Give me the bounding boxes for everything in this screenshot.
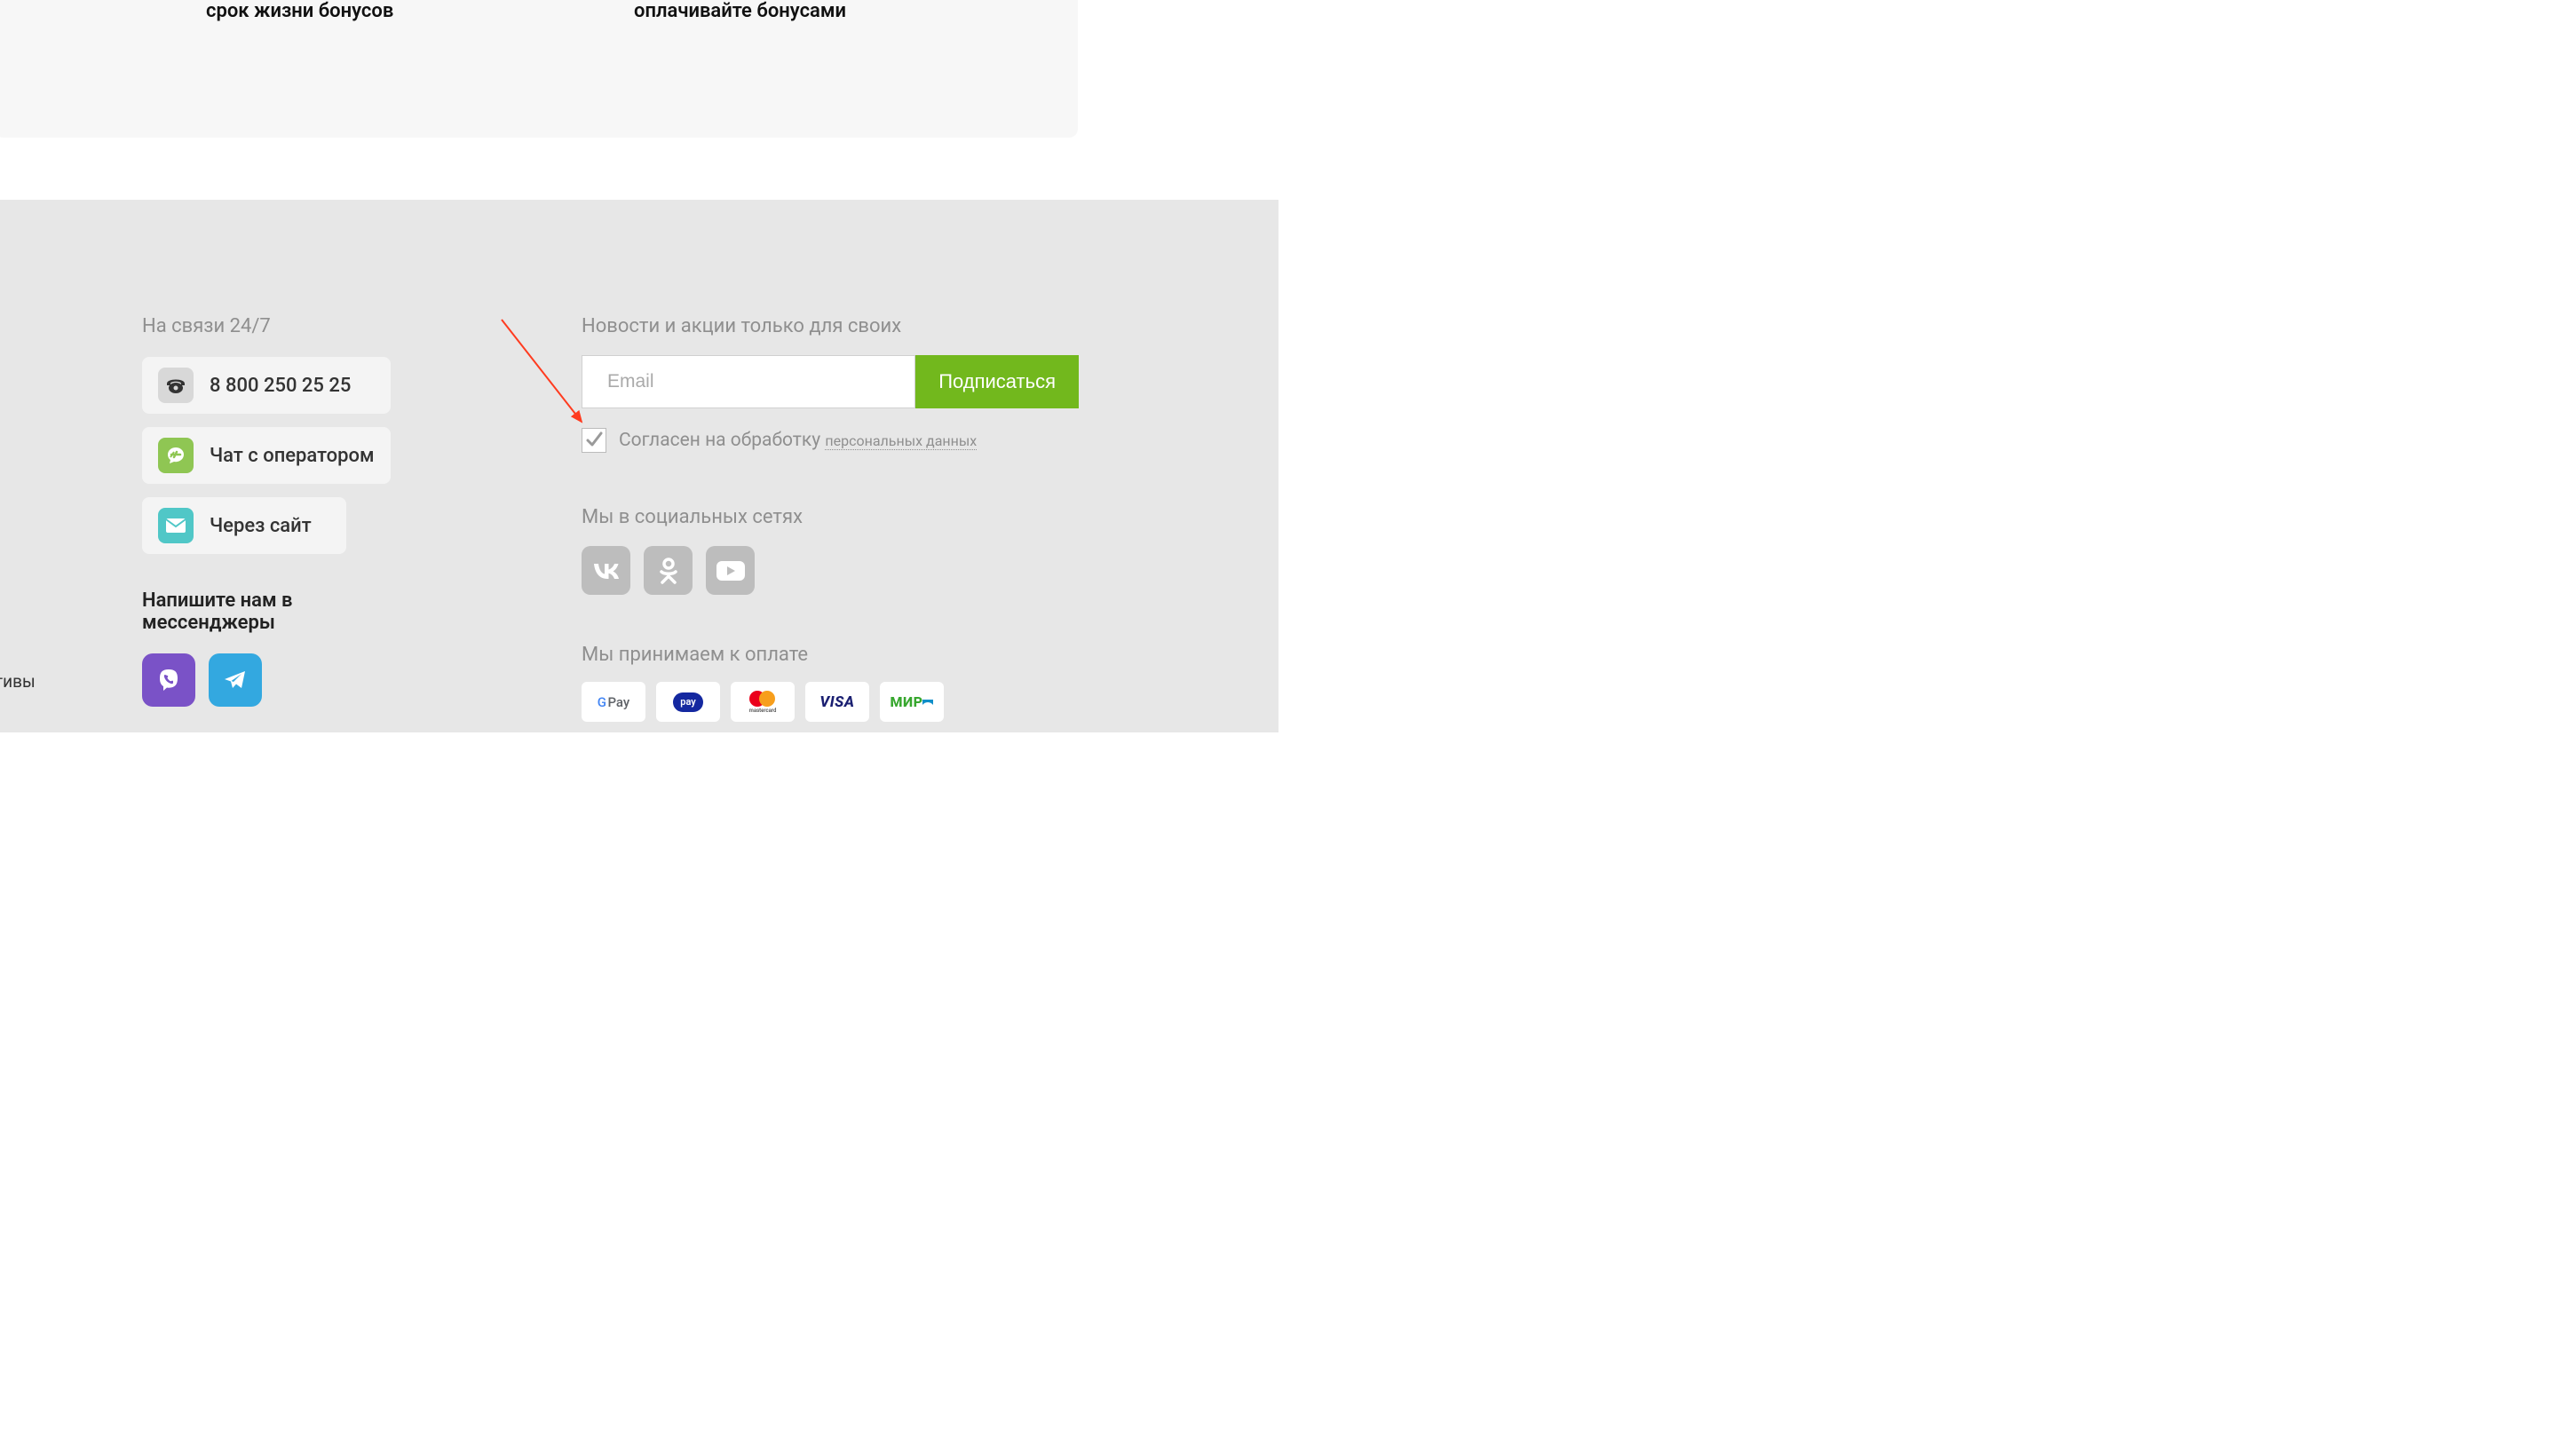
samsung-pay-text: pay bbox=[673, 692, 703, 712]
via-site-button[interactable]: Через сайт bbox=[142, 497, 346, 554]
contact-title: На связи 24/7 bbox=[142, 315, 426, 337]
google-g-icon: G bbox=[598, 694, 606, 710]
newsletter-column: Новости и акции только для своих Подписа… bbox=[582, 315, 1079, 722]
vk-button[interactable] bbox=[582, 546, 630, 595]
bonus-lifetime-text: срок жизни бонусов bbox=[206, 0, 393, 22]
social-title: Мы в социальных сетях bbox=[582, 506, 1079, 528]
ok-button[interactable] bbox=[644, 546, 693, 595]
email-input[interactable] bbox=[582, 355, 915, 408]
consent-text-wrap: Согласен на обработку персональных данны… bbox=[619, 430, 977, 451]
mastercard-text: mastercard bbox=[749, 708, 777, 714]
mastercard-badge: mastercard bbox=[731, 682, 795, 722]
mir-text: МИР bbox=[890, 693, 933, 710]
consent-checkbox[interactable] bbox=[582, 428, 606, 453]
viber-button[interactable] bbox=[142, 653, 195, 707]
visa-text: VISA bbox=[819, 693, 854, 711]
phone-button[interactable]: 8 800 250 25 25 bbox=[142, 357, 391, 414]
messengers-row bbox=[142, 653, 426, 707]
payments-row: GPay pay mastercard VISA МИР bbox=[582, 682, 1079, 722]
footer: тивы յ На связи 24/7 8 800 250 25 25 Чат… bbox=[0, 200, 1278, 732]
phone-number: 8 800 250 25 25 bbox=[210, 375, 351, 397]
via-site-label: Через сайт bbox=[210, 515, 312, 537]
mir-badge: МИР bbox=[880, 682, 944, 722]
social-row bbox=[582, 546, 1079, 595]
payments-title: Мы принимаем к оплате bbox=[582, 644, 1079, 666]
bonus-info-card: с срок жизни бонусов оплачивайте бонусам… bbox=[0, 0, 1078, 138]
cropped-left-nav: тивы յ bbox=[0, 661, 36, 742]
telegram-button[interactable] bbox=[209, 653, 262, 707]
contact-column: На связи 24/7 8 800 250 25 25 Чат с опер… bbox=[142, 315, 426, 707]
youtube-button[interactable] bbox=[706, 546, 755, 595]
cropped-nav-item[interactable]: յ bbox=[0, 702, 36, 743]
samsung-pay-badge: pay bbox=[656, 682, 720, 722]
chat-icon bbox=[158, 438, 194, 473]
subscribe-button[interactable]: Подписаться bbox=[915, 355, 1079, 408]
visa-badge: VISA bbox=[805, 682, 869, 722]
personal-data-link[interactable]: персональных данных bbox=[825, 432, 977, 450]
phone-icon bbox=[158, 368, 194, 403]
mastercard-icon bbox=[749, 691, 775, 707]
subscribe-form: Подписаться bbox=[582, 355, 1079, 408]
chat-operator-label: Чат с оператором bbox=[210, 445, 375, 467]
pay-with-bonus-text: оплачивайте бонусами bbox=[634, 0, 846, 22]
newsletter-title: Новости и акции только для своих bbox=[582, 315, 1079, 337]
cropped-nav-item[interactable]: тивы bbox=[0, 661, 36, 702]
chat-operator-button[interactable]: Чат с оператором bbox=[142, 427, 391, 484]
consent-text: Согласен на обработку bbox=[619, 430, 825, 451]
gpay-text: Pay bbox=[607, 694, 629, 710]
consent-row: Согласен на обработку персональных данны… bbox=[582, 428, 1079, 453]
messengers-title: Напишите нам в мессенджеры bbox=[142, 590, 426, 634]
gpay-badge: GPay bbox=[582, 682, 645, 722]
mail-icon bbox=[158, 508, 194, 543]
